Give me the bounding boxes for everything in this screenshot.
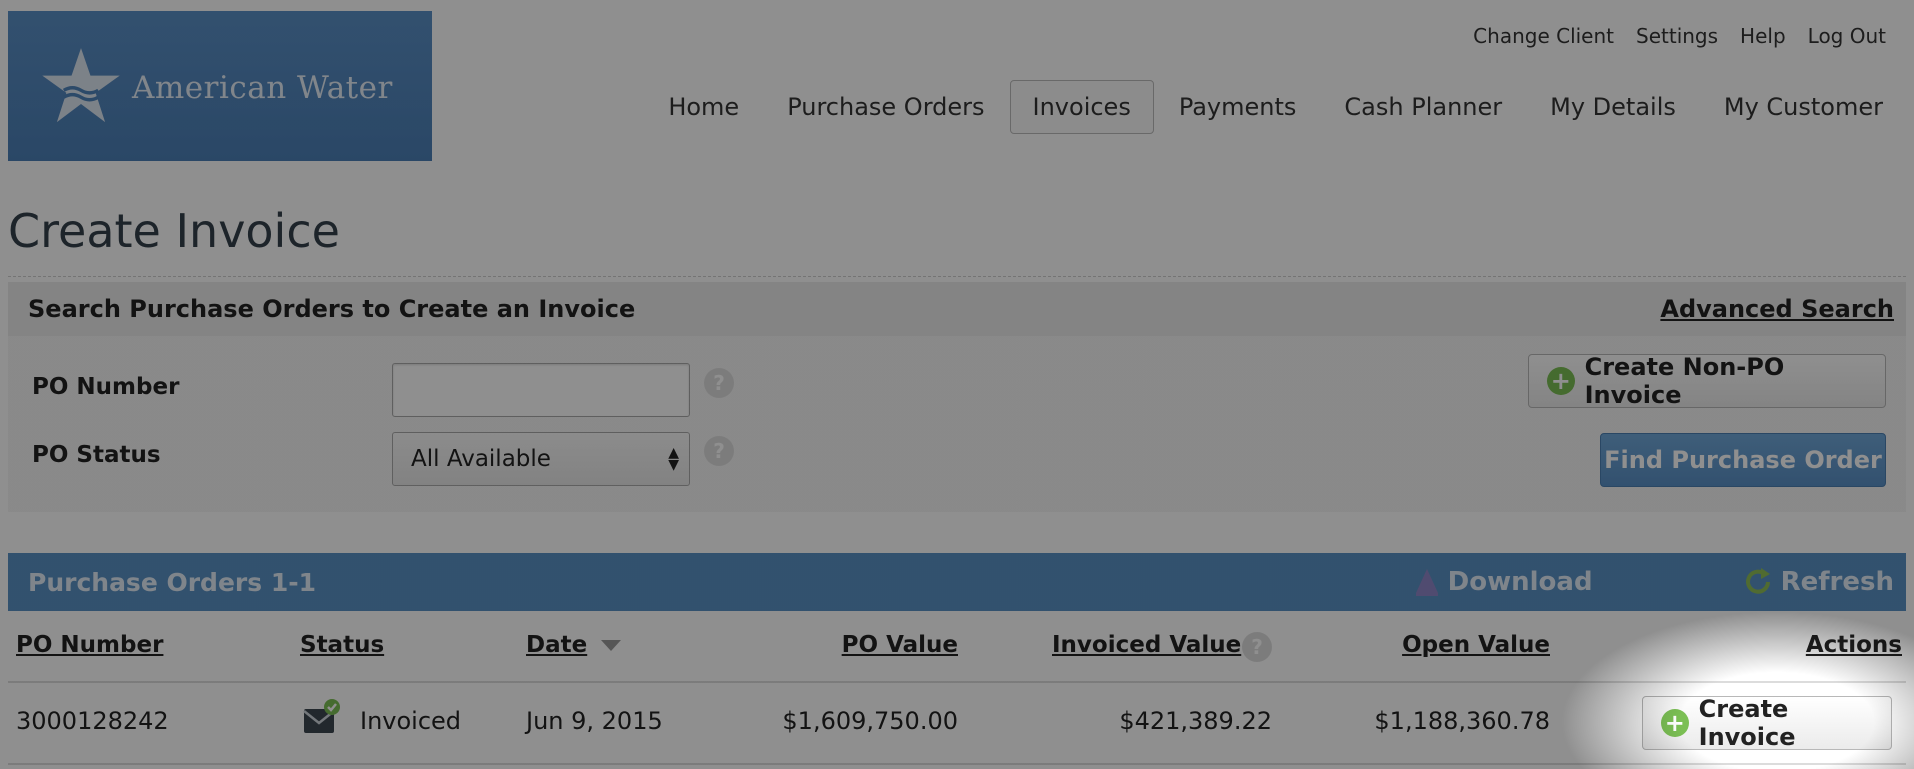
create-invoice-label: Create Invoice xyxy=(1698,695,1796,751)
title-divider xyxy=(8,276,1906,277)
col-po-number[interactable]: PO Number xyxy=(16,632,163,658)
search-panel-header: Search Purchase Orders to Create an Invo… xyxy=(8,282,1906,336)
help-link[interactable]: Help xyxy=(1740,24,1786,48)
find-purchase-order-label: Find Purchase Order xyxy=(1604,446,1882,474)
sort-descending-icon xyxy=(601,640,622,651)
plus-icon: + xyxy=(1547,367,1575,395)
col-date-label: Date xyxy=(526,632,588,658)
col-status[interactable]: Status xyxy=(300,632,384,658)
row-open-value: $1,188,360.78 xyxy=(1374,707,1550,735)
table-row: 3000128242 Invoiced Jun 9, 2015 $1,609,7… xyxy=(8,683,1906,763)
po-status-selected-value: All Available xyxy=(411,446,551,472)
col-actions: Actions xyxy=(1805,632,1902,658)
refresh-icon xyxy=(1745,568,1770,594)
create-invoice-button[interactable]: + Create Invoice xyxy=(1642,695,1892,751)
log-out-link[interactable]: Log Out xyxy=(1808,24,1886,48)
plus-icon: + xyxy=(1661,709,1689,737)
row-po-value: $1,609,750.00 xyxy=(782,707,958,735)
row-invoiced-value: $421,389.22 xyxy=(1119,707,1272,735)
results-actions: Download Refresh xyxy=(1414,567,1894,597)
po-status-select[interactable]: All Available ▲ ▼ xyxy=(392,432,690,486)
po-number-label: PO Number xyxy=(32,374,180,400)
row-divider xyxy=(8,763,1906,765)
create-non-po-invoice-label: Create Non-PO Invoice xyxy=(1584,353,1785,409)
row-date: Jun 9, 2015 xyxy=(526,707,663,735)
nav-cash-planner[interactable]: Cash Planner xyxy=(1321,80,1525,134)
results-table-header: PO Number Status Date PO Value Invoiced … xyxy=(8,620,1906,680)
nav-my-details[interactable]: My Details xyxy=(1527,80,1699,134)
settings-link[interactable]: Settings xyxy=(1636,24,1718,48)
row-po-number[interactable]: 3000128242 xyxy=(16,707,169,735)
refresh-label: Refresh xyxy=(1780,567,1894,597)
invoiced-value-help-icon[interactable]: ? xyxy=(1242,632,1272,662)
find-purchase-order-button[interactable]: Find Purchase Order xyxy=(1600,433,1886,487)
search-panel: Search Purchase Orders to Create an Invo… xyxy=(8,282,1906,512)
page-title: Create Invoice xyxy=(8,204,340,258)
search-panel-title: Search Purchase Orders to Create an Invo… xyxy=(28,295,636,323)
download-icon xyxy=(1415,569,1438,596)
refresh-button[interactable]: Refresh xyxy=(1743,567,1894,597)
download-label: Download xyxy=(1447,567,1593,597)
logo-text: American Water xyxy=(132,70,393,106)
nav-invoices[interactable]: Invoices xyxy=(1009,80,1154,134)
nav-purchase-orders[interactable]: Purchase Orders xyxy=(764,80,1007,134)
main-nav: Home Purchase Orders Invoices Payments C… xyxy=(645,80,1906,134)
american-water-logo[interactable]: American Water xyxy=(8,11,432,161)
star-wave-icon xyxy=(42,48,120,123)
po-number-input[interactable] xyxy=(392,363,690,417)
invoiced-status-icon xyxy=(303,699,340,733)
advanced-search-link[interactable]: Advanced Search xyxy=(1660,295,1894,323)
row-status: Invoiced xyxy=(360,707,462,735)
select-arrows-icon: ▲ ▼ xyxy=(668,445,679,473)
results-header-bar: Purchase Orders 1-1 Download Refresh xyxy=(8,553,1906,611)
po-status-label: PO Status xyxy=(32,442,161,468)
po-number-help-icon[interactable]: ? xyxy=(704,368,734,398)
col-invoiced-value[interactable]: Invoiced Value xyxy=(1052,632,1241,658)
nav-payments[interactable]: Payments xyxy=(1156,80,1320,134)
col-open-value[interactable]: Open Value xyxy=(1402,632,1550,658)
nav-my-customer[interactable]: My Customer xyxy=(1701,80,1906,134)
nav-home[interactable]: Home xyxy=(645,80,762,134)
col-date[interactable]: Date xyxy=(526,632,622,658)
create-non-po-invoice-button[interactable]: + Create Non-PO Invoice xyxy=(1528,353,1886,409)
change-client-link[interactable]: Change Client xyxy=(1473,24,1614,48)
results-title: Purchase Orders 1-1 xyxy=(28,567,316,597)
utility-nav: Change Client Settings Help Log Out xyxy=(1473,24,1886,48)
col-po-value[interactable]: PO Value xyxy=(842,632,958,658)
po-status-help-icon[interactable]: ? xyxy=(704,436,734,466)
download-button[interactable]: Download xyxy=(1414,567,1593,597)
